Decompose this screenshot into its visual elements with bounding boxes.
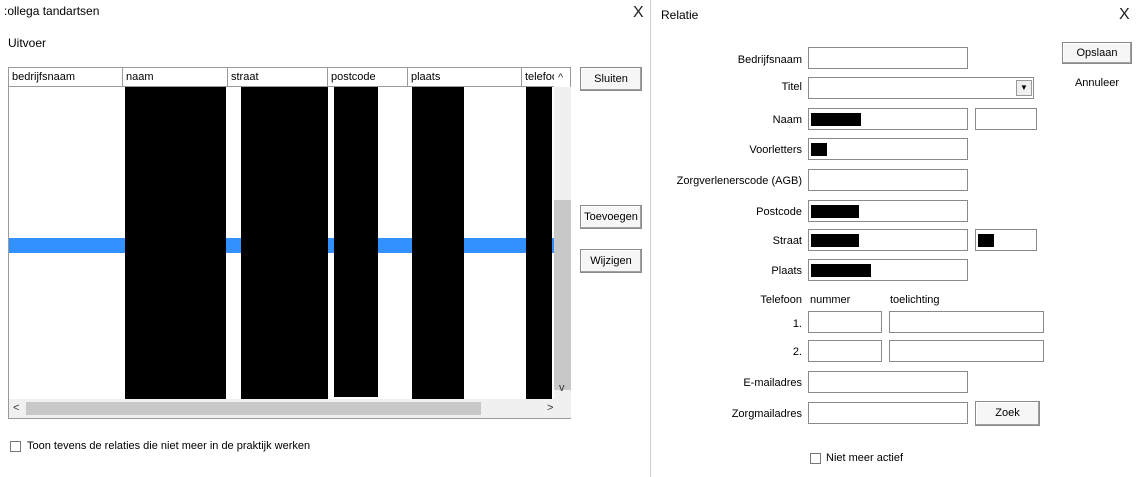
zorgmail-label: Zorgmailadres <box>731 408 802 420</box>
relation-dialog: Relatie X Bedrijfsnaam Titel ▼ Naam Voor… <box>656 0 1139 477</box>
scroll-up-icon[interactable]: ^ <box>558 72 563 84</box>
window-title: :ollega tandartsen <box>4 4 100 18</box>
email-field[interactable] <box>808 371 968 393</box>
phone-2-number-field[interactable] <box>808 340 882 362</box>
city-label: Plaats <box>771 265 802 277</box>
phone-1-note-field[interactable] <box>889 311 1044 333</box>
postcode-field[interactable] <box>808 200 968 222</box>
edit-button[interactable]: Wijzigen <box>580 249 642 273</box>
relations-grid[interactable]: bedrijfsnaam naam straat postcode plaats… <box>8 67 571 419</box>
cancel-button[interactable]: Annuleer <box>1062 72 1132 94</box>
colleague-dentists-window: :ollega tandartsen X Uitvoer bedrijfsnaa… <box>0 0 650 477</box>
horizontal-scrollbar[interactable] <box>9 399 554 418</box>
inactive-checkbox[interactable] <box>810 453 821 464</box>
close-icon[interactable]: X <box>633 4 644 22</box>
redacted-street <box>811 234 859 247</box>
vertical-scroll-thumb[interactable] <box>554 200 571 390</box>
title-label: Titel <box>781 81 802 93</box>
scroll-left-icon[interactable]: < <box>13 402 19 414</box>
initials-label: Voorletters <box>749 144 802 156</box>
phone-1-number-field[interactable] <box>808 311 882 333</box>
name-suffix-field[interactable] <box>975 108 1037 130</box>
name-field[interactable] <box>808 108 968 130</box>
house-number-field[interactable] <box>975 229 1037 251</box>
phone-1-label: 1. <box>792 318 802 330</box>
scroll-down-icon[interactable]: v <box>559 382 565 394</box>
redacted-naam-column <box>125 87 226 399</box>
street-label: Straat <box>772 235 802 247</box>
show-inactive-checkbox[interactable] <box>10 441 21 452</box>
redacted-house-number <box>978 234 994 247</box>
company-name-field[interactable] <box>808 47 968 69</box>
postcode-label: Postcode <box>756 206 802 218</box>
column-header-plaats[interactable]: plaats <box>408 68 522 87</box>
redacted-postcode <box>811 205 859 218</box>
inactive-label: Niet meer actief <box>826 452 904 464</box>
title-select[interactable]: ▼ <box>808 77 1034 99</box>
horizontal-scroll-thumb[interactable] <box>26 402 481 415</box>
company-name-label: Bedrijfsnaam <box>737 54 802 66</box>
redacted-city <box>811 264 871 277</box>
phone-label: Telefoon <box>760 294 802 306</box>
column-header-postcode[interactable]: postcode <box>328 68 408 87</box>
redacted-postcode-column <box>334 87 378 397</box>
scroll-right-icon[interactable]: > <box>547 402 553 414</box>
phone-2-note-field[interactable] <box>889 340 1044 362</box>
initials-field[interactable] <box>808 138 968 160</box>
agb-label: Zorgverlenerscode (AGB) <box>676 175 802 187</box>
add-button[interactable]: Toevoegen <box>580 205 642 229</box>
redacted-name <box>811 113 861 126</box>
chevron-down-icon[interactable]: ▼ <box>1016 80 1032 96</box>
email-label: E-mailadres <box>743 377 802 389</box>
menu-uitvoer[interactable]: Uitvoer <box>8 36 46 50</box>
close-icon[interactable]: X <box>1119 6 1130 24</box>
name-label: Naam <box>772 114 802 126</box>
redacted-straat-column <box>241 87 328 399</box>
phone-note-header: toelichting <box>890 294 940 306</box>
scroll-corner <box>554 399 571 418</box>
street-field[interactable] <box>808 229 968 251</box>
agb-field[interactable] <box>808 169 968 191</box>
column-header-straat[interactable]: straat <box>228 68 328 87</box>
phone-number-header: nummer <box>810 294 851 306</box>
redacted-initials <box>811 143 827 156</box>
dialog-title: Relatie <box>661 8 699 22</box>
search-button[interactable]: Zoek <box>975 401 1040 426</box>
column-header-telefoon[interactable]: telefoor <box>522 68 554 87</box>
vertical-scrollbar[interactable] <box>554 87 571 399</box>
close-button[interactable]: Sluiten <box>580 67 642 91</box>
redacted-plaats-column <box>412 87 464 399</box>
city-field[interactable] <box>808 259 968 281</box>
show-inactive-label: Toon tevens de relaties die niet meer in… <box>27 440 311 452</box>
save-button[interactable]: Opslaan <box>1062 42 1132 64</box>
phone-2-label: 2. <box>792 346 802 358</box>
column-header-bedrijfsnaam[interactable]: bedrijfsnaam <box>9 68 123 87</box>
column-header-naam[interactable]: naam <box>123 68 228 87</box>
redacted-telefoon-column <box>526 87 552 399</box>
zorgmail-field[interactable] <box>808 402 968 424</box>
